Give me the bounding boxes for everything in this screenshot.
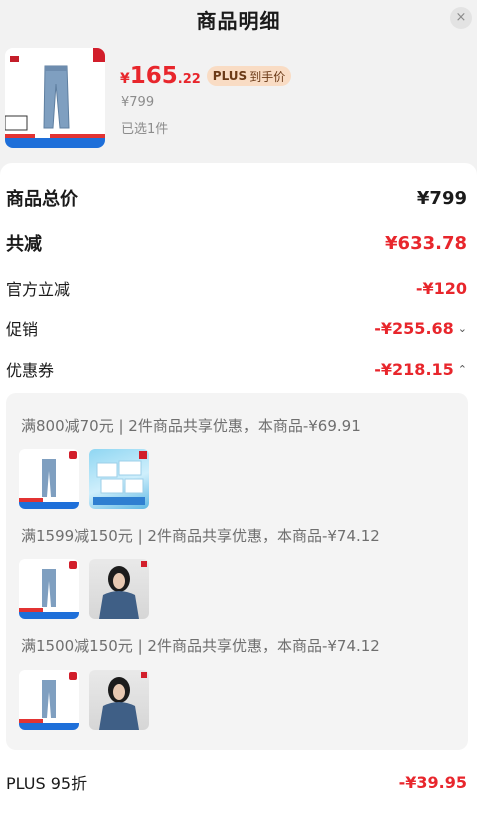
total-reduce-value: ¥633.78 <box>385 232 467 254</box>
hand-price: ¥ 165 .22 PLUS 到手价 <box>120 63 292 89</box>
promo-strip <box>19 608 79 619</box>
total-price-label: 商品总价 <box>6 189 78 210</box>
coupon-row[interactable]: 优惠券 -¥218.15 ⌃ <box>6 357 467 381</box>
coupon-rule-2: 满1599减150元 | 2件商品共享优惠，本商品-¥74.12 <box>21 527 380 545</box>
total-price-value: ¥799 <box>416 187 467 209</box>
total-price-row: 商品总价 ¥799 <box>6 185 467 211</box>
jeans-thumbnail <box>19 449 79 509</box>
price-symbol: ¥ <box>120 71 130 87</box>
close-button[interactable]: × <box>450 7 472 29</box>
plus-badge-text: 到手价 <box>249 69 286 84</box>
selected-count: 已选1件 <box>121 122 169 137</box>
plus-discount-row: PLUS 95折 -¥39.95 <box>6 770 467 794</box>
coupon-1-items <box>19 449 149 509</box>
coupon-value: -¥218.15 <box>374 359 454 379</box>
price-detail-sheet: 商品总价 ¥799 共减 ¥633.78 官方立减 -¥120 促销 -¥255… <box>0 163 477 818</box>
jacket-product-thumbnail <box>89 559 149 619</box>
tissue-image <box>93 451 147 505</box>
total-reduce-label: 共减 <box>6 234 42 255</box>
plus-discount-label: PLUS 95折 <box>6 774 88 793</box>
coupon-2-items <box>19 559 149 619</box>
chevron-down-icon[interactable]: ⌄ <box>458 322 467 335</box>
brand-tag-icon <box>69 561 77 569</box>
coupon-rule-3: 满1500减150元 | 2件商品共享优惠，本商品-¥74.12 <box>21 637 380 655</box>
jeans-thumbnail <box>19 559 79 619</box>
tissue-product-thumbnail <box>89 449 149 509</box>
total-reduce-row: 共减 ¥633.78 <box>6 230 467 256</box>
promo-value: -¥255.68 <box>374 318 454 338</box>
official-discount-row: 官方立减 -¥120 <box>6 276 467 300</box>
coupon-detail-panel: 满800减70元 | 2件商品共享优惠，本商品-¥69.91 满1599减150… <box>6 393 468 750</box>
official-discount-value: -¥120 <box>415 278 467 298</box>
official-discount-label: 官方立减 <box>6 280 71 299</box>
brand-tag-icon <box>69 451 77 459</box>
plus-badge-strong: PLUS <box>212 69 248 83</box>
promo-strip <box>19 719 79 730</box>
chevron-up-icon[interactable]: ⌃ <box>458 363 467 376</box>
original-price: ¥799 <box>121 95 155 110</box>
jeans-icon <box>42 680 56 718</box>
model-image <box>99 672 147 730</box>
plus-price-badge: PLUS 到手价 <box>206 66 292 86</box>
coupon-value-wrap: -¥218.15 ⌃ <box>374 360 467 379</box>
jeans-thumbnail <box>19 670 79 730</box>
jeans-icon <box>42 459 56 497</box>
coupon-3-items <box>19 670 149 730</box>
promo-row[interactable]: 促销 -¥255.68 ⌄ <box>6 316 467 340</box>
model-image <box>99 561 147 619</box>
coupon-rule-1: 满800减70元 | 2件商品共享优惠，本商品-¥69.91 <box>21 417 361 435</box>
jacket-product-thumbnail <box>89 670 149 730</box>
close-icon: × <box>455 10 467 25</box>
promo-label: 促销 <box>6 320 39 339</box>
page-title: 商品明细 <box>196 9 281 33</box>
promo-strip <box>19 498 79 509</box>
promo-value-wrap: -¥255.68 ⌄ <box>374 319 467 338</box>
jeans-image <box>5 48 105 148</box>
product-thumbnail <box>5 48 105 148</box>
jeans-icon <box>42 569 56 607</box>
price-decimal: .22 <box>177 72 201 87</box>
plus-discount-value: -¥39.95 <box>398 772 467 792</box>
coupon-label: 优惠券 <box>6 361 55 380</box>
brand-tag-icon <box>69 672 77 680</box>
header: 商品明细 × ¥ 165 .22 PLUS 到手价 ¥799 已选1件 <box>0 0 477 150</box>
price-integer: 165 <box>129 63 178 89</box>
